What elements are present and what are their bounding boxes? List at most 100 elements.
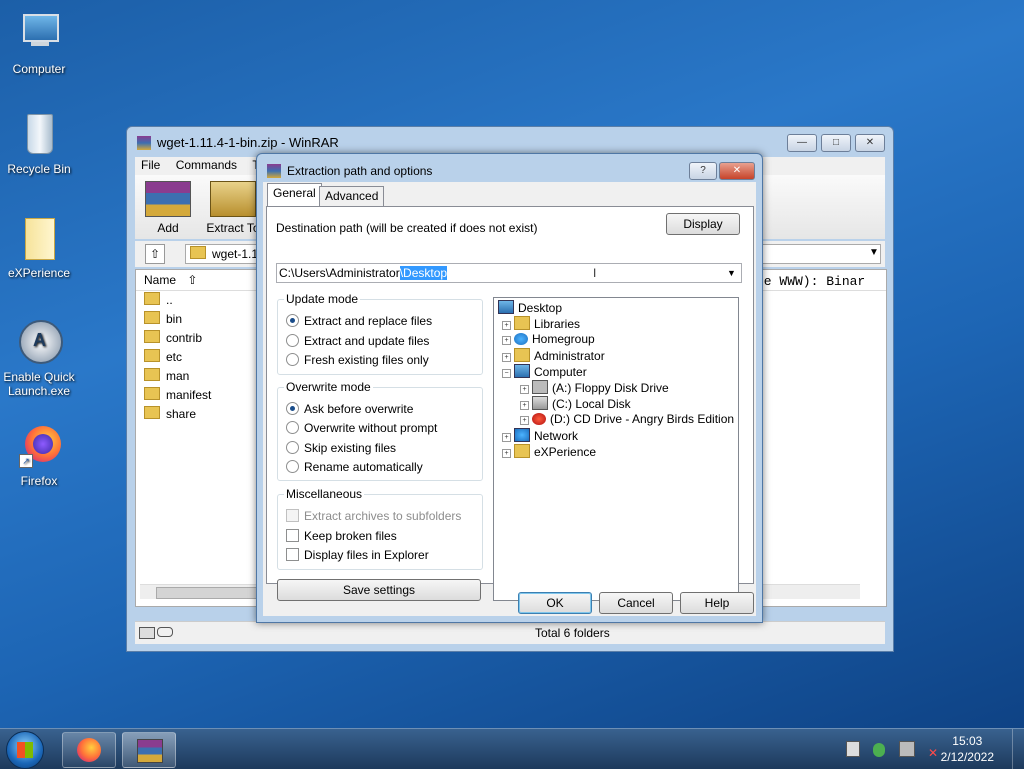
fresh-existing-radio[interactable]: Fresh existing files only	[286, 353, 429, 367]
desktop-icon-label: Firefox	[20, 474, 58, 488]
tree-item-network[interactable]: + Network	[502, 428, 578, 443]
folder-icon	[15, 214, 63, 262]
dialog-app-icon	[267, 164, 281, 178]
quick-launch-icon: A	[15, 318, 63, 366]
description-text: ne WWW): Binar	[756, 274, 866, 289]
libraries-icon	[514, 316, 530, 330]
tree-item-cd-drive[interactable]: + (D:) CD Drive - Angry Birds Edition	[520, 412, 734, 426]
desktop-icon-computer[interactable]: Computer	[0, 10, 78, 76]
desktop-icon-label: Enable Quick Launch.exe	[3, 370, 75, 398]
close-button[interactable]: ✕	[855, 134, 885, 152]
overwrite-mode-group: Overwrite mode Ask before overwrite Over…	[277, 380, 483, 481]
network-icon	[514, 428, 530, 442]
destination-path-label: Destination path (will be created if doe…	[276, 221, 538, 235]
tree-item-administrator[interactable]: + Administrator	[502, 348, 605, 363]
winrar-app-icon	[137, 136, 151, 150]
update-mode-label: Update mode	[284, 292, 361, 306]
destination-path-input[interactable]: C:\Users\Administrator\Desktop I ▼	[276, 263, 742, 283]
homegroup-icon	[514, 333, 528, 345]
ask-before-overwrite-radio[interactable]: Ask before overwrite	[286, 402, 413, 416]
folder-icon	[144, 311, 160, 324]
path-dropdown-icon[interactable]: ▼	[727, 264, 736, 282]
system-clock[interactable]: 15:03 2/12/2022	[941, 733, 994, 765]
taskbar-firefox[interactable]	[62, 732, 116, 768]
action-center-icon[interactable]	[846, 741, 860, 757]
rename-automatically-radio[interactable]: Rename automatically	[286, 460, 423, 474]
desktop-icon-label: Computer	[12, 62, 66, 76]
extract-icon	[210, 181, 256, 217]
network-tray-icon[interactable]	[898, 741, 915, 757]
extraction-dialog: Extraction path and options ? ✕ General …	[256, 153, 763, 623]
folder-icon	[144, 349, 160, 362]
help-button[interactable]: Help	[680, 592, 754, 614]
folder-icon	[144, 368, 160, 381]
extract-replace-radio[interactable]: Extract and replace files	[286, 314, 432, 328]
display-files-explorer-checkbox[interactable]: Display files in Explorer	[286, 548, 429, 562]
archive-icon	[190, 246, 206, 259]
tree-item-libraries[interactable]: + Libraries	[502, 316, 580, 331]
dialog-help-button[interactable]: ?	[689, 162, 717, 180]
miscellaneous-label: Miscellaneous	[284, 487, 365, 501]
status-bar: Total 6 folders	[135, 621, 885, 644]
tree-item-desktop[interactable]: Desktop	[498, 300, 562, 315]
tab-advanced[interactable]: Advanced	[319, 186, 385, 206]
tree-item-floppy[interactable]: + (A:) Floppy Disk Drive	[520, 380, 669, 395]
sort-up-icon: ⇧	[187, 273, 198, 287]
cancel-button[interactable]: Cancel	[599, 592, 673, 614]
folder-icon	[144, 387, 160, 400]
winrar-icon	[137, 739, 163, 763]
firefox-icon	[77, 738, 101, 762]
desktop-icon-label: eXPerience	[7, 266, 71, 280]
ok-button[interactable]: OK	[518, 592, 592, 614]
keep-broken-files-checkbox[interactable]: Keep broken files	[286, 529, 397, 543]
security-icon[interactable]	[873, 743, 886, 757]
show-desktop-button[interactable]	[1012, 729, 1024, 769]
taskbar-winrar[interactable]	[122, 732, 176, 768]
extract-to-subfolders-checkbox[interactable]: Extract archives to subfolders	[286, 509, 461, 523]
clock-time: 15:03	[952, 734, 983, 748]
start-button[interactable]	[6, 731, 44, 769]
status-text: Total 6 folders	[535, 626, 610, 640]
computer-icon	[514, 364, 530, 378]
tree-item-homegroup[interactable]: + Homegroup	[502, 332, 595, 346]
maximize-button[interactable]: □	[821, 134, 851, 152]
text-cursor-icon: I	[593, 266, 597, 280]
add-button[interactable]: Add	[143, 181, 193, 235]
notification-area: ✕	[846, 741, 942, 760]
tree-item-local-disk[interactable]: + (C:) Local Disk	[520, 396, 631, 411]
menu-commands[interactable]: Commands	[176, 158, 237, 172]
desktop-icon-experience[interactable]: eXPerience	[0, 214, 78, 280]
user-folder-icon	[514, 348, 530, 362]
display-button[interactable]: Display	[666, 213, 740, 235]
save-settings-button[interactable]: Save settings	[277, 579, 481, 601]
folder-up-icon	[144, 292, 160, 305]
drive-icon	[139, 627, 155, 639]
menu-file[interactable]: File	[141, 158, 160, 172]
minimize-button[interactable]: —	[787, 134, 817, 152]
extract-update-radio[interactable]: Extract and update files	[286, 334, 429, 348]
dialog-title: Extraction path and options	[287, 164, 433, 178]
clock-date: 2/12/2022	[940, 750, 994, 764]
tree-item-experience[interactable]: + eXPerience	[502, 444, 596, 459]
tab-general[interactable]: General	[267, 183, 322, 206]
taskbar: ✕ 15:03 2/12/2022	[0, 728, 1024, 769]
folder-icon	[514, 444, 530, 458]
skip-existing-radio[interactable]: Skip existing files	[286, 441, 396, 455]
local-disk-icon	[532, 396, 548, 410]
up-folder-button[interactable]: ⇧	[145, 244, 165, 264]
desktop-icon-firefox[interactable]: ↗ Firefox	[0, 422, 78, 488]
dialog-body: General Advanced Destination path (will …	[263, 182, 756, 616]
key-icon	[157, 627, 173, 637]
desktop-icon-quick-launch[interactable]: A Enable Quick Launch.exe	[0, 318, 78, 398]
address-dropdown-icon[interactable]: ▼	[869, 247, 879, 258]
folder-tree: Desktop + Libraries + Homegroup + Administr…	[493, 297, 739, 601]
cd-drive-icon	[532, 413, 546, 425]
recycle-bin-icon	[15, 110, 63, 158]
desktop-icon-label: Recycle Bin	[7, 162, 71, 176]
folder-icon	[144, 330, 160, 343]
overwrite-without-prompt-radio[interactable]: Overwrite without prompt	[286, 421, 437, 435]
desktop-icon-recycle-bin[interactable]: Recycle Bin	[0, 110, 78, 176]
dialog-close-button[interactable]: ✕	[719, 162, 755, 180]
tree-item-computer[interactable]: − Computer	[502, 364, 587, 379]
miscellaneous-group: Miscellaneous Extract archives to subfol…	[277, 487, 483, 570]
